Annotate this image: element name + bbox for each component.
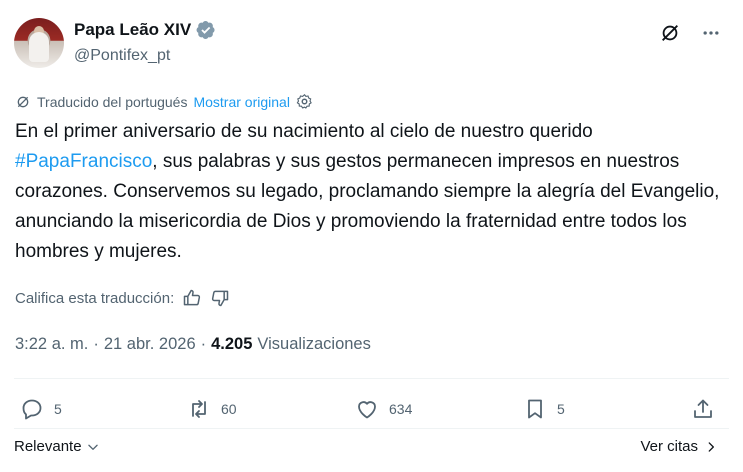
- divider: [14, 428, 729, 429]
- chevron-right-icon: [704, 440, 718, 454]
- heart-icon: [355, 397, 379, 421]
- bookmark-count: 5: [557, 401, 565, 417]
- divider: [14, 378, 729, 379]
- like-button[interactable]: 634: [355, 397, 412, 421]
- author-name[interactable]: Papa Leão XIV: [74, 20, 191, 40]
- meta-separator: ·: [93, 335, 99, 353]
- author-name-row[interactable]: Papa Leão XIV: [74, 20, 216, 40]
- chevron-down-icon: [86, 440, 100, 454]
- verified-badge-icon: [196, 20, 216, 40]
- settings-icon[interactable]: [296, 93, 313, 110]
- views-label: Visualizaciones: [257, 335, 371, 353]
- meta-separator: ·: [200, 335, 207, 353]
- view-quotes-link[interactable]: Ver citas: [640, 438, 718, 455]
- grok-icon[interactable]: [659, 22, 681, 44]
- more-options-icon[interactable]: [701, 23, 721, 43]
- views-count: 4.205: [211, 335, 253, 353]
- reply-button[interactable]: 5: [20, 397, 62, 421]
- rate-label: Califica esta traducción:: [15, 289, 175, 307]
- reply-icon: [20, 397, 44, 421]
- translate-icon: [15, 94, 31, 110]
- translation-row: Traducido del portugués Mostrar original: [15, 93, 313, 110]
- share-icon: [691, 397, 715, 421]
- post-meta: 3:22 a. m. · 21 abr. 2026 · 4.205 Visual…: [15, 335, 371, 354]
- thumbs-down-icon[interactable]: [210, 288, 230, 308]
- show-original-link[interactable]: Mostrar original: [193, 94, 289, 110]
- translation-label: Traducido del portugués: [37, 93, 188, 110]
- bookmark-button[interactable]: 5: [523, 397, 565, 421]
- thumbs-up-icon[interactable]: [182, 288, 202, 308]
- avatar[interactable]: [14, 18, 64, 68]
- view-quotes-label: Ver citas: [640, 438, 698, 455]
- header-actions: [659, 22, 721, 44]
- sort-label: Relevante: [14, 438, 82, 455]
- sort-dropdown[interactable]: Relevante: [14, 438, 100, 455]
- post-text: En el primer aniversario de su nacimient…: [15, 117, 720, 267]
- repost-icon: [187, 397, 211, 421]
- post-text-part: En el primer aniversario de su nacimient…: [15, 121, 593, 142]
- reply-count: 5: [54, 401, 62, 417]
- rate-translation-row: Califica esta traducción:: [15, 288, 230, 308]
- post-time[interactable]: 3:22 a. m.: [15, 335, 88, 354]
- bookmark-icon: [523, 397, 547, 421]
- like-count: 634: [389, 401, 413, 417]
- post-date[interactable]: 21 abr. 2026: [104, 335, 196, 354]
- share-button[interactable]: [691, 397, 715, 421]
- repost-button[interactable]: 60: [187, 397, 237, 421]
- author-handle[interactable]: @Pontifex_pt: [74, 47, 170, 65]
- repost-count: 60: [221, 401, 237, 417]
- hashtag-link[interactable]: #PapaFrancisco: [15, 151, 152, 172]
